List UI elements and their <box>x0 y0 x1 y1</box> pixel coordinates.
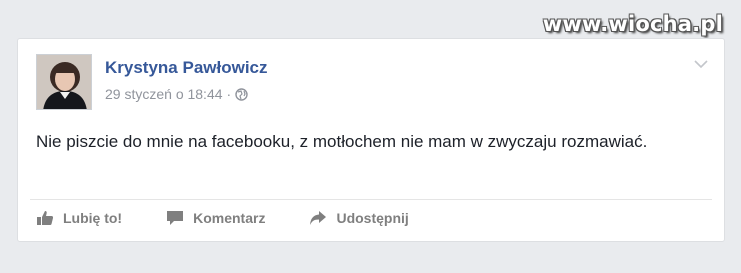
thumbs-up-icon <box>37 211 54 225</box>
watermark: www.wiocha.pl <box>542 12 723 36</box>
comment-label: Komentarz <box>193 210 266 226</box>
post-card: Krystyna Pawłowicz 29 styczeń o 18:44 · … <box>17 38 725 242</box>
avatar[interactable] <box>36 54 92 110</box>
like-label: Lubię to! <box>63 210 123 226</box>
chevron-down-icon[interactable] <box>694 59 708 69</box>
post-actions: Lubię to! Komentarz Udostępnij <box>36 210 453 226</box>
globe-icon[interactable] <box>235 87 248 101</box>
avatar-image <box>37 55 91 109</box>
speech-bubble-icon <box>167 211 184 225</box>
post-timestamp[interactable]: 29 styczeń o 18:44 <box>105 86 223 102</box>
share-arrow-icon <box>310 211 327 225</box>
author-name[interactable]: Krystyna Pawłowicz <box>105 58 268 78</box>
like-button[interactable]: Lubię to! <box>36 210 122 226</box>
comment-button[interactable]: Komentarz <box>166 210 265 226</box>
share-label: Udostępnij <box>336 210 409 226</box>
divider <box>30 199 712 200</box>
share-button[interactable]: Udostępnij <box>309 210 409 226</box>
post-text: Nie piszcie do mnie na facebooku, z motł… <box>36 132 648 151</box>
post-meta: 29 styczeń o 18:44 · <box>105 86 248 102</box>
meta-separator: · <box>226 86 232 102</box>
